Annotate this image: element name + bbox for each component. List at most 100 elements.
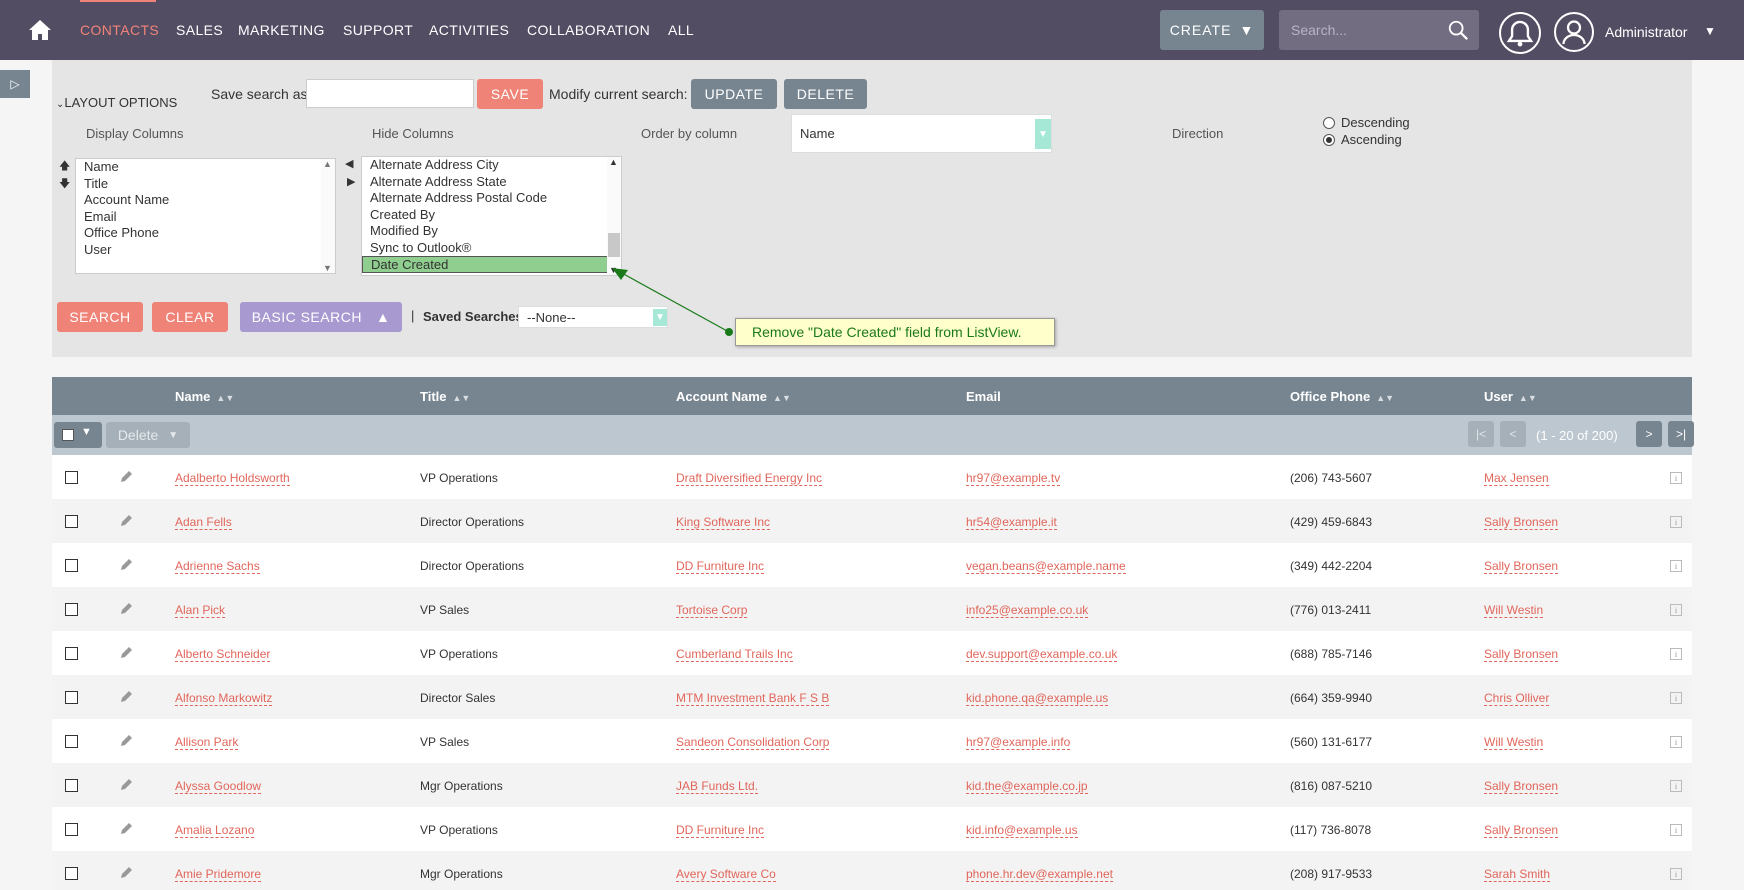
global-search-input[interactable] <box>1279 10 1439 50</box>
prev-page-button[interactable]: < <box>1500 421 1526 447</box>
column-header-user[interactable]: User ▲▼ <box>1484 389 1537 404</box>
contact-name-link[interactable]: Alberto Schneider <box>175 647 271 662</box>
hide-column-option[interactable]: Sync to Outlook® <box>362 240 621 257</box>
layout-options-toggle[interactable]: ⌄LAYOUT OPTIONS <box>56 95 177 110</box>
email-link[interactable]: info25@example.co.uk <box>966 603 1089 618</box>
column-header-phone[interactable]: Office Phone ▲▼ <box>1290 389 1394 404</box>
contact-name-link[interactable]: Alfonso Markowitz <box>175 691 273 706</box>
info-icon[interactable]: i <box>1670 824 1682 836</box>
edit-pencil-icon[interactable] <box>118 601 134 617</box>
user-name[interactable]: Administrator <box>1605 24 1687 40</box>
select-all-checkbox[interactable] <box>62 429 74 441</box>
account-name-link[interactable]: Cumberland Trails Inc <box>676 647 793 662</box>
move-down-icon[interactable]: 🡇 <box>59 175 70 194</box>
nav-marketing[interactable]: MARKETING <box>238 22 325 38</box>
assigned-user-link[interactable]: Sally Bronsen <box>1484 559 1559 574</box>
account-name-link[interactable]: JAB Funds Ltd. <box>676 779 759 794</box>
home-icon[interactable] <box>28 18 52 42</box>
assigned-user-link[interactable]: Sally Bronsen <box>1484 779 1559 794</box>
save-search-input[interactable] <box>306 79 474 108</box>
account-name-link[interactable]: DD Furniture Inc <box>676 559 765 574</box>
save-button[interactable]: SAVE <box>477 79 543 109</box>
assigned-user-link[interactable]: Max Jensen <box>1484 471 1549 486</box>
assigned-user-link[interactable]: Sally Bronsen <box>1484 823 1559 838</box>
contact-name-link[interactable]: Alan Pick <box>175 603 226 618</box>
last-page-button[interactable]: >| <box>1668 421 1694 447</box>
email-link[interactable]: vegan.beans@example.name <box>966 559 1126 574</box>
select-all-dropdown[interactable]: ▼ <box>54 422 102 448</box>
row-checkbox[interactable] <box>65 779 78 792</box>
move-left-icon[interactable]: ◀ <box>345 157 353 170</box>
info-icon[interactable]: i <box>1670 560 1682 572</box>
scrollbar[interactable]: ▲ ▼ <box>321 159 335 273</box>
email-link[interactable]: kid.info@example.us <box>966 823 1078 838</box>
hide-column-option[interactable]: Alternate Address State <box>362 174 621 191</box>
nav-sales[interactable]: SALES <box>176 22 223 38</box>
row-checkbox[interactable] <box>65 603 78 616</box>
display-column-option[interactable]: Account Name <box>76 192 335 209</box>
hide-column-option[interactable]: Alternate Address City <box>362 157 621 174</box>
edit-pencil-icon[interactable] <box>118 777 134 793</box>
search-button[interactable]: SEARCH <box>57 302 143 332</box>
info-icon[interactable]: i <box>1670 692 1682 704</box>
email-link[interactable]: dev.support@example.co.uk <box>966 647 1118 662</box>
edit-pencil-icon[interactable] <box>118 821 134 837</box>
info-icon[interactable]: i <box>1670 868 1682 880</box>
account-name-link[interactable]: Avery Software Co <box>676 867 776 882</box>
edit-pencil-icon[interactable] <box>118 865 134 881</box>
first-page-button[interactable]: |< <box>1468 421 1494 447</box>
email-link[interactable]: phone.hr.dev@example.net <box>966 867 1113 882</box>
assigned-user-link[interactable]: Sarah Smith <box>1484 867 1551 882</box>
direction-ascending-radio[interactable]: Ascending <box>1323 132 1402 147</box>
search-icon[interactable] <box>1447 19 1469 41</box>
contact-name-link[interactable]: Alyssa Goodlow <box>175 779 262 794</box>
edit-pencil-icon[interactable] <box>118 733 134 749</box>
display-column-option[interactable]: Name <box>76 159 335 176</box>
hide-columns-list[interactable]: Alternate Address City Alternate Address… <box>361 156 622 276</box>
email-link[interactable]: kid.phone.qa@example.us <box>966 691 1109 706</box>
nav-contacts[interactable]: CONTACTS <box>80 22 159 38</box>
assigned-user-link[interactable]: Sally Bronsen <box>1484 515 1559 530</box>
account-name-link[interactable]: Sandeon Consolidation Corp <box>676 735 830 750</box>
email-link[interactable]: hr54@example.it <box>966 515 1057 530</box>
edit-pencil-icon[interactable] <box>118 513 134 529</box>
account-name-link[interactable]: Draft Diversified Energy Inc <box>676 471 823 486</box>
row-checkbox[interactable] <box>65 867 78 880</box>
contact-name-link[interactable]: Adalberto Holdsworth <box>175 471 290 486</box>
contact-name-link[interactable]: Amalia Lozano <box>175 823 255 838</box>
nav-collaboration[interactable]: COLLABORATION <box>527 22 650 38</box>
account-name-link[interactable]: DD Furniture Inc <box>676 823 765 838</box>
scrollbar[interactable]: ▲ ▼ <box>607 157 621 275</box>
assigned-user-link[interactable]: Will Westin <box>1484 735 1544 750</box>
row-checkbox[interactable] <box>65 823 78 836</box>
email-link[interactable]: hr97@example.tv <box>966 471 1061 486</box>
info-icon[interactable]: i <box>1670 472 1682 484</box>
nav-all[interactable]: ALL <box>668 22 694 38</box>
delete-search-button[interactable]: DELETE <box>784 79 867 109</box>
move-right-icon[interactable]: ▶ <box>347 175 355 188</box>
order-by-select[interactable]: Name ▼ <box>791 114 1052 153</box>
info-icon[interactable]: i <box>1670 780 1682 792</box>
hide-column-option[interactable]: Alternate Address Postal Code <box>362 190 621 207</box>
hide-column-option[interactable]: Created By <box>362 207 621 224</box>
email-link[interactable]: kid.the@example.co.jp <box>966 779 1088 794</box>
contact-name-link[interactable]: Amie Pridemore <box>175 867 262 882</box>
notifications-button[interactable] <box>1499 12 1541 54</box>
account-name-link[interactable]: MTM Investment Bank F S B <box>676 691 830 706</box>
row-checkbox[interactable] <box>65 647 78 660</box>
info-icon[interactable]: i <box>1670 736 1682 748</box>
display-column-option[interactable]: Email <box>76 209 335 226</box>
account-name-link[interactable]: Tortoise Corp <box>676 603 748 618</box>
info-icon[interactable]: i <box>1670 648 1682 660</box>
hide-column-option[interactable]: Modified By <box>362 223 621 240</box>
edit-pencil-icon[interactable] <box>118 645 134 661</box>
row-checkbox[interactable] <box>65 735 78 748</box>
row-checkbox[interactable] <box>65 471 78 484</box>
direction-descending-radio[interactable]: Descending <box>1323 115 1410 130</box>
display-column-option[interactable]: Office Phone <box>76 225 335 242</box>
assigned-user-link[interactable]: Will Westin <box>1484 603 1544 618</box>
display-columns-list[interactable]: Name Title Account Name Email Office Pho… <box>75 158 336 274</box>
bulk-delete-button[interactable]: Delete ▼ <box>106 422 190 448</box>
nav-activities[interactable]: ACTIVITIES <box>429 22 509 38</box>
saved-searches-select[interactable]: --None-- ▼ <box>518 306 668 328</box>
